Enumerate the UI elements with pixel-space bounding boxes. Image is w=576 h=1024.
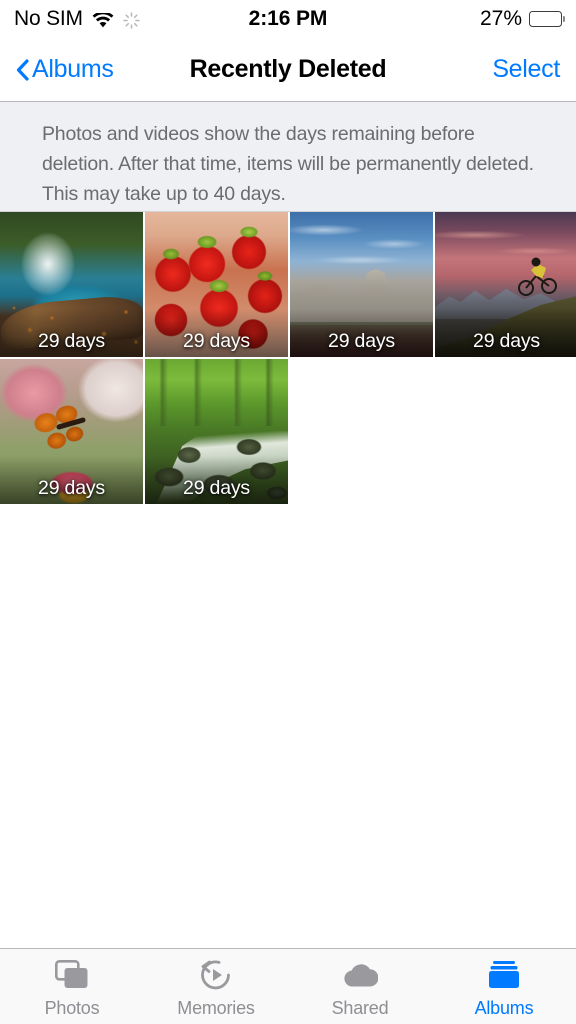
tab-photos[interactable]: Photos: [0, 949, 144, 1024]
battery-percent-label: 27%: [479, 7, 522, 30]
albums-stack-icon: [487, 958, 521, 992]
cloud-texture: [290, 212, 433, 270]
tab-albums[interactable]: Albums: [432, 949, 576, 1024]
wifi-icon: [92, 11, 114, 28]
photos-recently-deleted-screen: No SIM 2:16 PM 27% Albums Recently Delet…: [0, 0, 576, 1024]
select-button[interactable]: Select: [492, 55, 560, 84]
tab-memories[interactable]: Memories: [144, 949, 288, 1024]
tab-label: Photos: [44, 998, 100, 1018]
photo-thumbnail[interactable]: 29 days: [435, 212, 576, 357]
butterfly-body: [55, 416, 87, 431]
photo-thumbnail[interactable]: 29 days: [145, 359, 288, 504]
photo-grid: 29 days 29 days 29 days 29 days 29 days 29 da…: [0, 212, 576, 504]
photo-thumbnail[interactable]: 29 days: [290, 212, 433, 357]
photo-grid-scroll-area[interactable]: 29 days 29 days 29 days 29 days 29 days 29 da…: [0, 212, 576, 948]
days-remaining-label: 29 days: [473, 330, 540, 352]
days-remaining-label: 29 days: [328, 330, 395, 352]
tab-label: Shared: [331, 998, 389, 1018]
tree-trunks-texture: [145, 359, 288, 426]
back-button-label: Albums: [32, 55, 114, 83]
carrier-label: No SIM: [14, 7, 83, 30]
days-remaining-label: 29 days: [38, 330, 105, 352]
status-bar-left: No SIM: [14, 7, 140, 31]
mountain-biker-silhouette: [516, 256, 560, 296]
status-bar-right: 27%: [480, 7, 562, 31]
cloud-icon: [342, 958, 378, 992]
navigation-bar: Albums Recently Deleted Select: [0, 38, 576, 102]
photos-stack-icon: [55, 958, 89, 992]
chevron-left-icon: [16, 58, 29, 81]
status-bar: No SIM 2:16 PM 27%: [0, 0, 576, 38]
tab-bar: Photos Memories Shared Albums: [0, 948, 576, 1024]
photo-thumbnail[interactable]: 29 days: [0, 359, 143, 504]
photo-thumbnail[interactable]: 29 days: [0, 212, 143, 357]
battery-icon: [529, 11, 562, 27]
tab-shared[interactable]: Shared: [288, 949, 432, 1024]
back-button[interactable]: Albums: [16, 55, 114, 84]
days-remaining-label: 29 days: [183, 477, 250, 499]
info-banner-text: Photos and videos show the days remainin…: [42, 123, 534, 205]
days-remaining-label: 29 days: [38, 477, 105, 499]
photo-thumbnail[interactable]: 29 days: [145, 212, 288, 357]
info-banner: Photos and videos show the days remainin…: [0, 102, 576, 212]
days-remaining-label: 29 days: [183, 330, 250, 352]
memories-play-circle-icon: [199, 958, 233, 992]
tab-label: Memories: [177, 998, 255, 1018]
activity-spinner-icon: [123, 11, 140, 29]
tab-label: Albums: [474, 998, 534, 1018]
